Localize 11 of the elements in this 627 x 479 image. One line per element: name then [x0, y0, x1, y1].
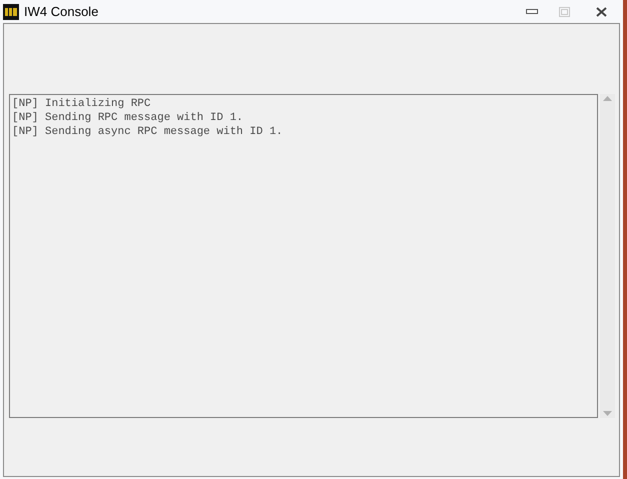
log-line: [NP] Sending RPC message with ID 1. [12, 111, 244, 125]
app-logo-icon [3, 4, 19, 20]
log-line: [NP] Sending async RPC message with ID 1. [12, 125, 284, 139]
scrollbar[interactable] [600, 94, 615, 418]
scroll-up-icon[interactable] [603, 96, 612, 101]
maximize-icon [558, 6, 570, 16]
log-line: [NP] Initializing RPC [12, 97, 152, 111]
minimize-icon [526, 9, 538, 14]
scroll-down-icon[interactable] [603, 411, 612, 416]
window-title: IW4 Console [24, 2, 98, 21]
close-icon [596, 6, 606, 16]
